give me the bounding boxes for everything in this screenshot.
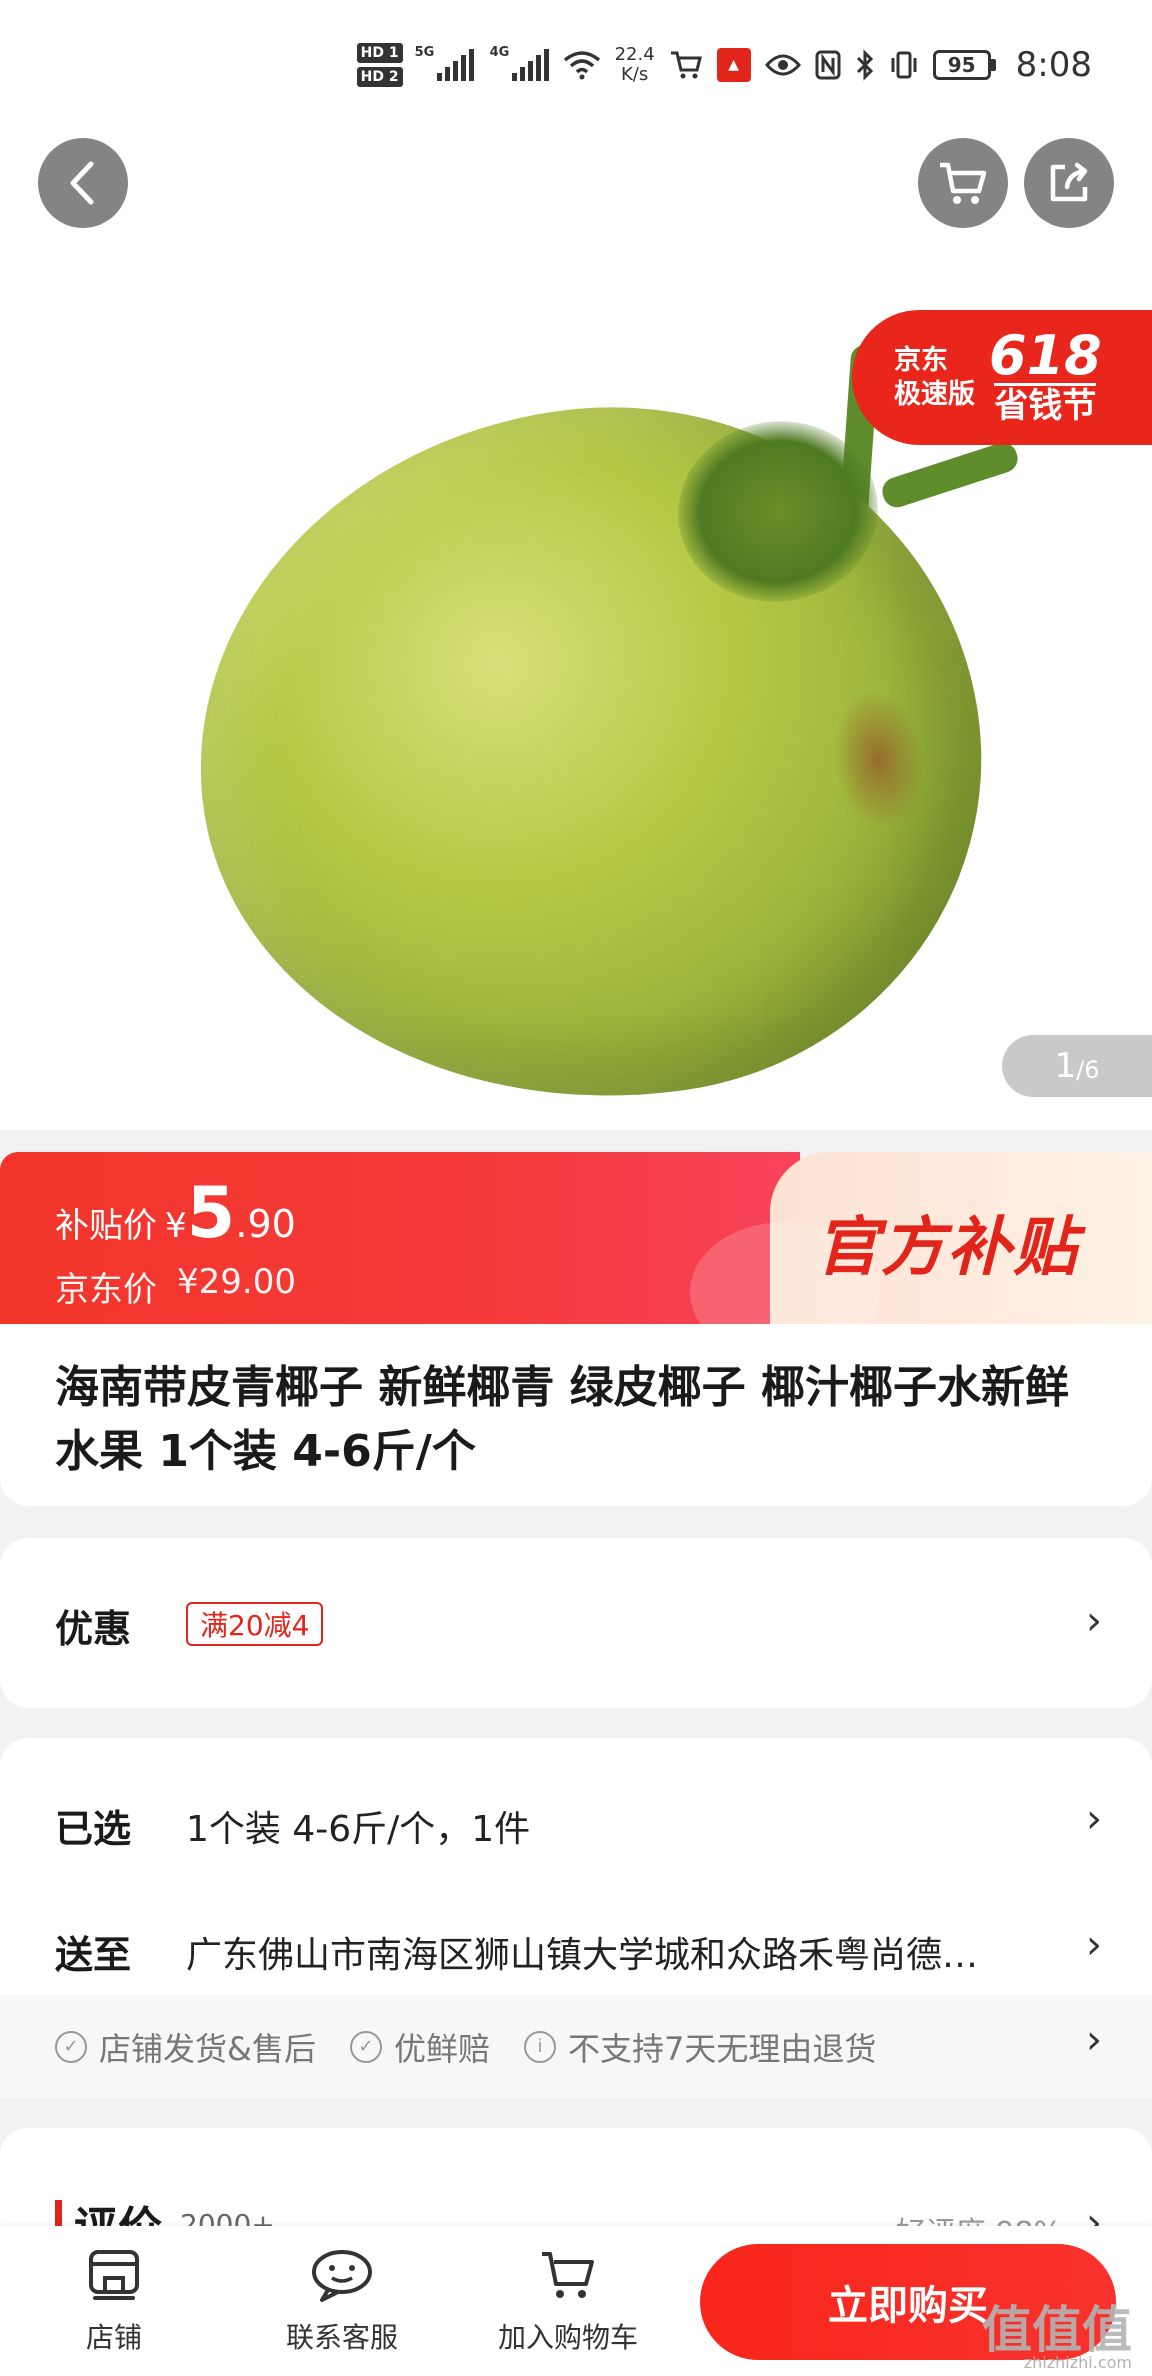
price-panel: 补贴价 ¥ 5 .90 京东价 ¥29.00	[0, 1152, 800, 1324]
customer-service-label: 联系客服	[285, 2321, 398, 2354]
coupon-label: 优惠	[55, 1607, 132, 1651]
back-button[interactable]	[38, 138, 128, 228]
subsidy-price: 补贴价 ¥ 5 .90	[55, 1178, 296, 1248]
product-image-gallery[interactable]	[0, 130, 1152, 1130]
product-image-coconut	[155, 359, 1025, 1130]
bluetooth-icon	[856, 49, 873, 81]
price-banner: 补贴价 ¥ 5 .90 京东价 ¥29.00 官方补贴	[0, 1152, 1152, 1324]
ship-to-label: 送至	[55, 1933, 132, 1977]
subsidy-price-integer: 5	[186, 1172, 236, 1254]
jd-price: 京东价 ¥29.00	[55, 1262, 296, 1311]
badge-event: 省钱节	[994, 383, 1097, 426]
chat-bubble-icon	[312, 2250, 372, 2302]
nfc-icon	[815, 50, 841, 80]
battery-level: 95	[932, 50, 991, 80]
add-to-cart-label: 加入购物车	[497, 2321, 638, 2354]
service-label: 优鲜赔	[393, 2029, 490, 2068]
chevron-right-icon: ›	[1086, 1922, 1102, 1968]
coupon-row[interactable]: 优惠 满20减4 ›	[0, 1538, 1152, 1708]
store-label: 店铺	[85, 2321, 142, 2354]
wifi-icon	[563, 51, 600, 80]
currency-symbol: ¥	[165, 1206, 187, 1246]
vibrate-icon	[891, 51, 917, 79]
hd2-indicator: HD 2	[356, 67, 403, 87]
ship-to-address: 广东佛山市南海区狮山镇大学城和众路禾粤尚德…	[186, 1935, 979, 1976]
official-subsidy-panel: 官方补贴	[690, 1152, 1152, 1324]
promo-618-badge: 京东 极速版 618 省钱节	[852, 310, 1152, 445]
customer-service-button[interactable]: 联系客服	[252, 2248, 432, 2356]
coupon-tag: 满20减4	[186, 1602, 324, 1646]
status-bar: HD 1 HD 2 5G 4G 22.4 K/s ▲ 95 8:08	[0, 0, 1152, 130]
share-button[interactable]	[1024, 138, 1114, 228]
coconut-stem-branch	[878, 439, 1022, 511]
shopping-cart-icon	[940, 162, 987, 204]
product-title-card: 海南带皮青椰子 新鲜椰青 绿皮椰子 椰汁椰子水新鲜水果 1个装 4-6斤/个	[0, 1324, 1152, 1506]
clock: 8:08	[1015, 45, 1092, 85]
product-title: 海南带皮青椰子 新鲜椰青 绿皮椰子 椰汁椰子水新鲜水果 1个装 4-6斤/个	[55, 1362, 1069, 1477]
spec-card: 已选 1个装 4-6斤/个，1件 › 送至 广东佛山市南海区狮山镇大学城和众路禾…	[0, 1738, 1152, 2098]
eye-icon	[764, 54, 801, 76]
badge-brand-line1: 京东	[894, 344, 948, 376]
shopping-cart-notify-icon	[670, 51, 702, 79]
sim2-generation: 4G	[489, 45, 510, 60]
network-speed: 22.4 K/s	[615, 45, 655, 85]
chevron-right-icon: ›	[1086, 1796, 1102, 1842]
store-icon	[89, 2250, 139, 2300]
image-page-indicator: 1 /6	[1002, 1035, 1152, 1097]
shopping-cart-icon	[542, 2252, 594, 2298]
network-speed-value: 22.4	[614, 44, 655, 65]
sim1-signal-icon: 5G	[415, 45, 474, 81]
badge-number: 618	[989, 324, 1102, 387]
status-icons: HD 1 HD 2 5G 4G 22.4 K/s ▲ 95 8:08	[356, 30, 1092, 100]
service-item: i 不支持7天无理由退货	[523, 2024, 877, 2070]
info-circle-icon: i	[523, 2030, 556, 2063]
service-item: ✓ 优鲜赔	[349, 2024, 490, 2070]
battery-icon: 95	[932, 50, 996, 80]
badge-brand-line2: 极速版	[894, 378, 975, 410]
page-total: /6	[1076, 1056, 1100, 1084]
sim2-signal-icon: 4G	[490, 45, 549, 81]
subsidy-price-label: 补贴价	[55, 1206, 157, 1246]
chevron-right-icon: ›	[1086, 2017, 1102, 2063]
hd1-indicator: HD 1	[356, 43, 403, 63]
service-label: 店铺发货&售后	[99, 2029, 316, 2068]
add-to-cart-button[interactable]: 加入购物车	[478, 2248, 658, 2356]
watermark-logo: 值值值	[982, 2300, 1132, 2359]
service-item: ✓ 店铺发货&售后	[55, 2024, 316, 2070]
network-speed-unit: K/s	[620, 64, 649, 85]
selected-label: 已选	[55, 1807, 132, 1851]
bottom-action-bar: 店铺 联系客服 加入购物车 立即购买 值值值 zhizhizhi.com	[0, 2226, 1152, 2376]
jd-price-value: ¥29.00	[177, 1262, 296, 1302]
watermark-url: zhizhizhi.com	[1023, 2353, 1132, 2372]
official-subsidy-tag: 官方补贴	[815, 1211, 1079, 1285]
selected-value: 1个装 4-6斤/个，1件	[186, 1809, 531, 1850]
hd-indicators: HD 1 HD 2	[356, 43, 403, 87]
subsidy-price-decimal: .90	[235, 1202, 296, 1246]
store-button[interactable]: 店铺	[24, 2248, 204, 2356]
chevron-left-icon	[70, 161, 94, 205]
jd-price-label: 京东价	[55, 1270, 157, 1310]
app-notify-icon: ▲	[716, 48, 751, 82]
cart-button[interactable]	[918, 138, 1008, 228]
page-current: 1	[1054, 1046, 1077, 1086]
service-label: 不支持7天无理由退货	[567, 2029, 877, 2068]
service-guarantee-bar[interactable]: ✓ 店铺发货&售后 ✓ 优鲜赔 i 不支持7天无理由退货 ›	[0, 1995, 1152, 2098]
check-circle-icon: ✓	[349, 2030, 382, 2063]
chevron-right-icon: ›	[1086, 1598, 1102, 1644]
check-circle-icon: ✓	[55, 2030, 87, 2063]
sim1-generation: 5G	[414, 45, 435, 60]
share-icon	[1050, 162, 1088, 202]
